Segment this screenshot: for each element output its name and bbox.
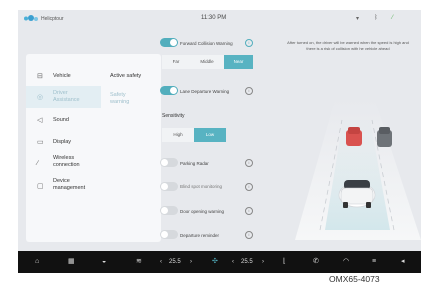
steering-assist-icon: ◎ <box>37 94 44 101</box>
volume-icon[interactable]: ◂ <box>401 258 405 266</box>
feature-description: After turned on, the driver will be warn… <box>287 40 409 51</box>
temp-right: 25.5 <box>241 259 253 265</box>
distance-option-middle[interactable]: Middle <box>190 55 224 69</box>
sensitivity-option-high[interactable]: High <box>162 128 194 142</box>
road-scene-illustration <box>295 100 421 240</box>
info-icon[interactable]: i <box>245 231 253 239</box>
sidebar-item-label: Vehicle <box>53 73 71 79</box>
subnav-safety-warning[interactable]: Safety warning <box>110 92 140 105</box>
info-icon[interactable]: i <box>245 159 253 167</box>
departure-reminder-toggle[interactable] <box>160 230 178 239</box>
defrost-icon[interactable]: ◠ <box>343 258 349 266</box>
forward-collision-label: Forward Collision Warning <box>180 41 233 46</box>
sidebar-item-device-management[interactable]: ▢ Device management <box>26 176 101 196</box>
blind-spot-label: Blind spot monitoring <box>180 184 223 189</box>
bottom-dock: ⌂ ▦ ◒ ≋ ‹ 25.5 › ✣ ‹ 25.5 › ⌊ ✆ ◠ ≡ ◂ <box>18 251 421 273</box>
status-bar: Helicptour 11:30 PM ▾ ᛒ ⁄ <box>18 10 421 30</box>
figure-code: OMX65-4073 <box>329 274 380 284</box>
vehicle-ahead-icon <box>346 127 362 146</box>
info-icon[interactable]: i <box>245 183 253 191</box>
info-icon[interactable]: i <box>245 39 253 47</box>
bluetooth-icon: ᛒ <box>374 15 378 21</box>
app-logo-icon <box>24 15 38 21</box>
sidebar-item-vehicle[interactable]: ⊟ Vehicle <box>26 66 101 86</box>
rear-defrost-icon[interactable]: ≡ <box>372 258 376 266</box>
lane-departure-label: Lane Departure Warning <box>180 89 230 94</box>
sidebar-item-driver-assistance[interactable]: ◎ Driver Assistance <box>26 86 101 108</box>
lane-departure-toggle[interactable] <box>160 86 178 95</box>
device-icon: ▢ <box>37 183 44 190</box>
door-opening-toggle[interactable] <box>160 206 178 215</box>
temp-up-left[interactable]: › <box>190 259 192 265</box>
wifi-icon: ▾ <box>356 16 360 22</box>
infotainment-screen: Helicptour 11:30 PM ▾ ᛒ ⁄ ⊟ Vehicle ◎ Dr… <box>18 10 421 273</box>
settings-sidebar: ⊟ Vehicle ◎ Driver Assistance ◁ Sound ▭ … <box>26 54 161 242</box>
seat-heat-icon[interactable]: ≋ <box>136 258 142 266</box>
car-icon[interactable]: ◒ <box>102 258 106 266</box>
sidebar-item-wireless-connection[interactable]: ∕ Wireless connection <box>26 153 101 175</box>
subnav-active-safety[interactable]: Active safety <box>110 73 155 80</box>
door-opening-label: Door opening warning <box>180 209 225 214</box>
car-icon: ⊟ <box>37 73 43 80</box>
signal-icon: ⁄ <box>392 15 394 21</box>
distance-option-far[interactable]: Far <box>162 55 190 69</box>
parking-radar-toggle[interactable] <box>160 158 178 167</box>
info-icon[interactable]: i <box>245 207 253 215</box>
ego-vehicle-icon <box>338 180 376 208</box>
distance-option-near[interactable]: Near <box>224 55 253 69</box>
sidebar-item-label: Sound <box>53 117 69 123</box>
sidebar-item-label: Wireless connection <box>53 155 80 168</box>
temp-up-right[interactable]: › <box>262 259 264 265</box>
home-icon[interactable]: ⌂ <box>35 258 39 266</box>
app-name: Helicptour <box>41 16 64 22</box>
temp-down-left[interactable]: ‹ <box>160 259 162 265</box>
wireless-icon: ∕ <box>37 160 39 167</box>
speaker-icon: ◁ <box>37 117 43 124</box>
departure-reminder-label: Departure reminder <box>180 233 220 238</box>
info-icon[interactable]: i <box>245 87 253 95</box>
temp-left: 25.5 <box>169 259 181 265</box>
phone-icon[interactable]: ✆ <box>313 258 319 266</box>
seat-icon[interactable]: ⌊ <box>283 258 286 266</box>
sidebar-item-label: Driver Assistance <box>53 90 80 103</box>
sidebar-item-display[interactable]: ▭ Display <box>26 132 101 152</box>
apps-grid-icon[interactable]: ▦ <box>68 258 75 266</box>
sensitivity-label: Sensitivity <box>162 113 185 119</box>
adjacent-vehicle-icon <box>377 127 392 147</box>
parking-radar-label: Parking Radar <box>180 161 209 166</box>
sidebar-item-label: Device management <box>53 178 86 191</box>
sidebar-item-sound[interactable]: ◁ Sound <box>26 110 101 130</box>
blind-spot-toggle[interactable] <box>160 182 178 191</box>
display-icon: ▭ <box>37 139 44 146</box>
sensitivity-option-low[interactable]: Low <box>194 128 226 142</box>
sidebar-item-label: Display <box>53 139 72 145</box>
clock: 11:30 PM <box>201 15 227 21</box>
fan-icon[interactable]: ✣ <box>212 258 218 266</box>
temp-down-right[interactable]: ‹ <box>232 259 234 265</box>
forward-collision-toggle[interactable] <box>160 38 178 47</box>
